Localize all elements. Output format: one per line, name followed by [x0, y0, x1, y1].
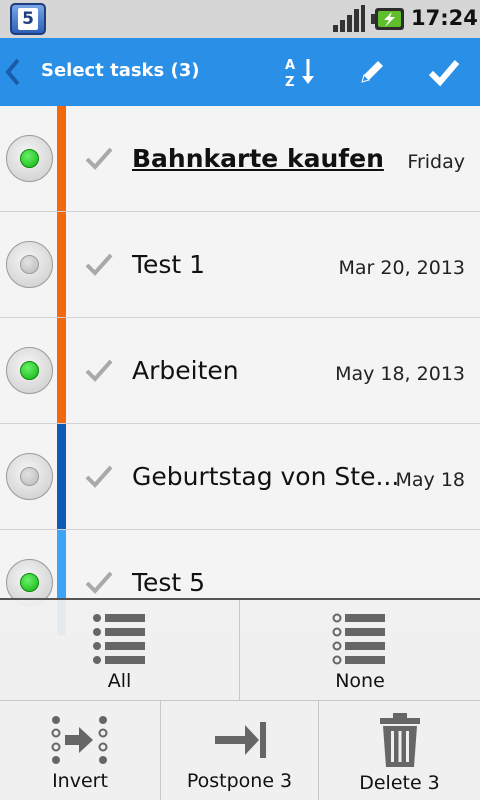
task-title: Test 1: [132, 250, 206, 279]
signal-icon: [333, 5, 365, 32]
svg-text:Z: Z: [285, 75, 294, 89]
invert-label: Invert: [52, 770, 108, 792]
delete-label: Delete 3: [359, 772, 440, 794]
checkmark-icon: [428, 60, 460, 87]
postpone-label: Postpone 3: [186, 770, 293, 792]
sort-az-icon: A Z: [285, 58, 314, 89]
priority-bar: [57, 106, 66, 211]
status-bar: 5 17:24: [0, 0, 480, 38]
page-title: Select tasks (3): [41, 60, 200, 81]
complete-check-icon[interactable]: [84, 250, 114, 278]
action-bar: Select tasks (3) A Z: [0, 38, 480, 106]
select-all-button[interactable]: All: [0, 612, 239, 692]
select-all-label: All: [107, 670, 132, 692]
done-button[interactable]: [422, 50, 466, 94]
complete-check-icon[interactable]: [84, 568, 114, 596]
select-dot: [20, 573, 39, 592]
select-dot: [20, 149, 39, 168]
task-date: Mar 20, 2013: [338, 257, 466, 279]
clock: 17:24: [411, 6, 478, 30]
trash-icon: [379, 713, 420, 767]
complete-check-icon[interactable]: [84, 356, 114, 384]
select-none-label: None: [335, 670, 385, 692]
task-date: Friday: [407, 151, 465, 173]
task-list: Bahnkarte kaufen Friday Test 1 Mar 20, 2…: [0, 106, 480, 636]
pencil-icon: [361, 61, 383, 83]
delete-button[interactable]: Delete 3: [319, 712, 480, 794]
select-none-list-icon: [332, 613, 385, 665]
selection-panel: All None Invert Postpone 3 Delete 3: [0, 598, 480, 800]
select-toggle[interactable]: [6, 135, 53, 182]
task-title: Geburtstag von Ste...: [132, 462, 400, 491]
task-row[interactable]: Geburtstag von Ste... May 18: [0, 424, 480, 530]
complete-check-icon[interactable]: [84, 144, 114, 172]
task-date: May 18: [395, 469, 466, 491]
select-dot: [20, 361, 39, 380]
select-dot: [20, 467, 39, 486]
select-none-button[interactable]: None: [240, 612, 480, 692]
invert-selection-icon: [51, 716, 108, 764]
battery-charging-icon: [371, 8, 404, 30]
priority-bar: [57, 318, 66, 423]
priority-bar: [57, 212, 66, 317]
app-badge: 5: [18, 8, 38, 30]
task-title: Arbeiten: [132, 356, 239, 385]
task-title: Bahnkarte kaufen: [132, 144, 384, 173]
select-toggle[interactable]: [6, 453, 53, 500]
select-toggle[interactable]: [6, 347, 53, 394]
app-notification-icon: 5: [10, 3, 46, 35]
task-date: May 18, 2013: [335, 363, 465, 385]
sort-button[interactable]: A Z: [278, 50, 322, 94]
task-row[interactable]: Bahnkarte kaufen Friday: [0, 106, 480, 212]
invert-selection-button[interactable]: Invert: [0, 714, 160, 792]
select-all-list-icon: [92, 614, 145, 664]
complete-check-icon[interactable]: [84, 462, 114, 490]
task-row[interactable]: Arbeiten May 18, 2013: [0, 318, 480, 424]
task-row[interactable]: Test 1 Mar 20, 2013: [0, 212, 480, 318]
select-toggle[interactable]: [6, 241, 53, 288]
postpone-button[interactable]: Postpone 3: [161, 714, 318, 792]
edit-button[interactable]: [350, 50, 394, 94]
svg-text:A: A: [285, 58, 295, 73]
back-chevron-icon[interactable]: [2, 55, 24, 89]
divider: [0, 700, 480, 701]
priority-bar: [57, 424, 66, 529]
task-title: Test 5: [132, 568, 206, 597]
select-dot: [20, 255, 39, 274]
postpone-arrow-icon: [214, 722, 266, 758]
